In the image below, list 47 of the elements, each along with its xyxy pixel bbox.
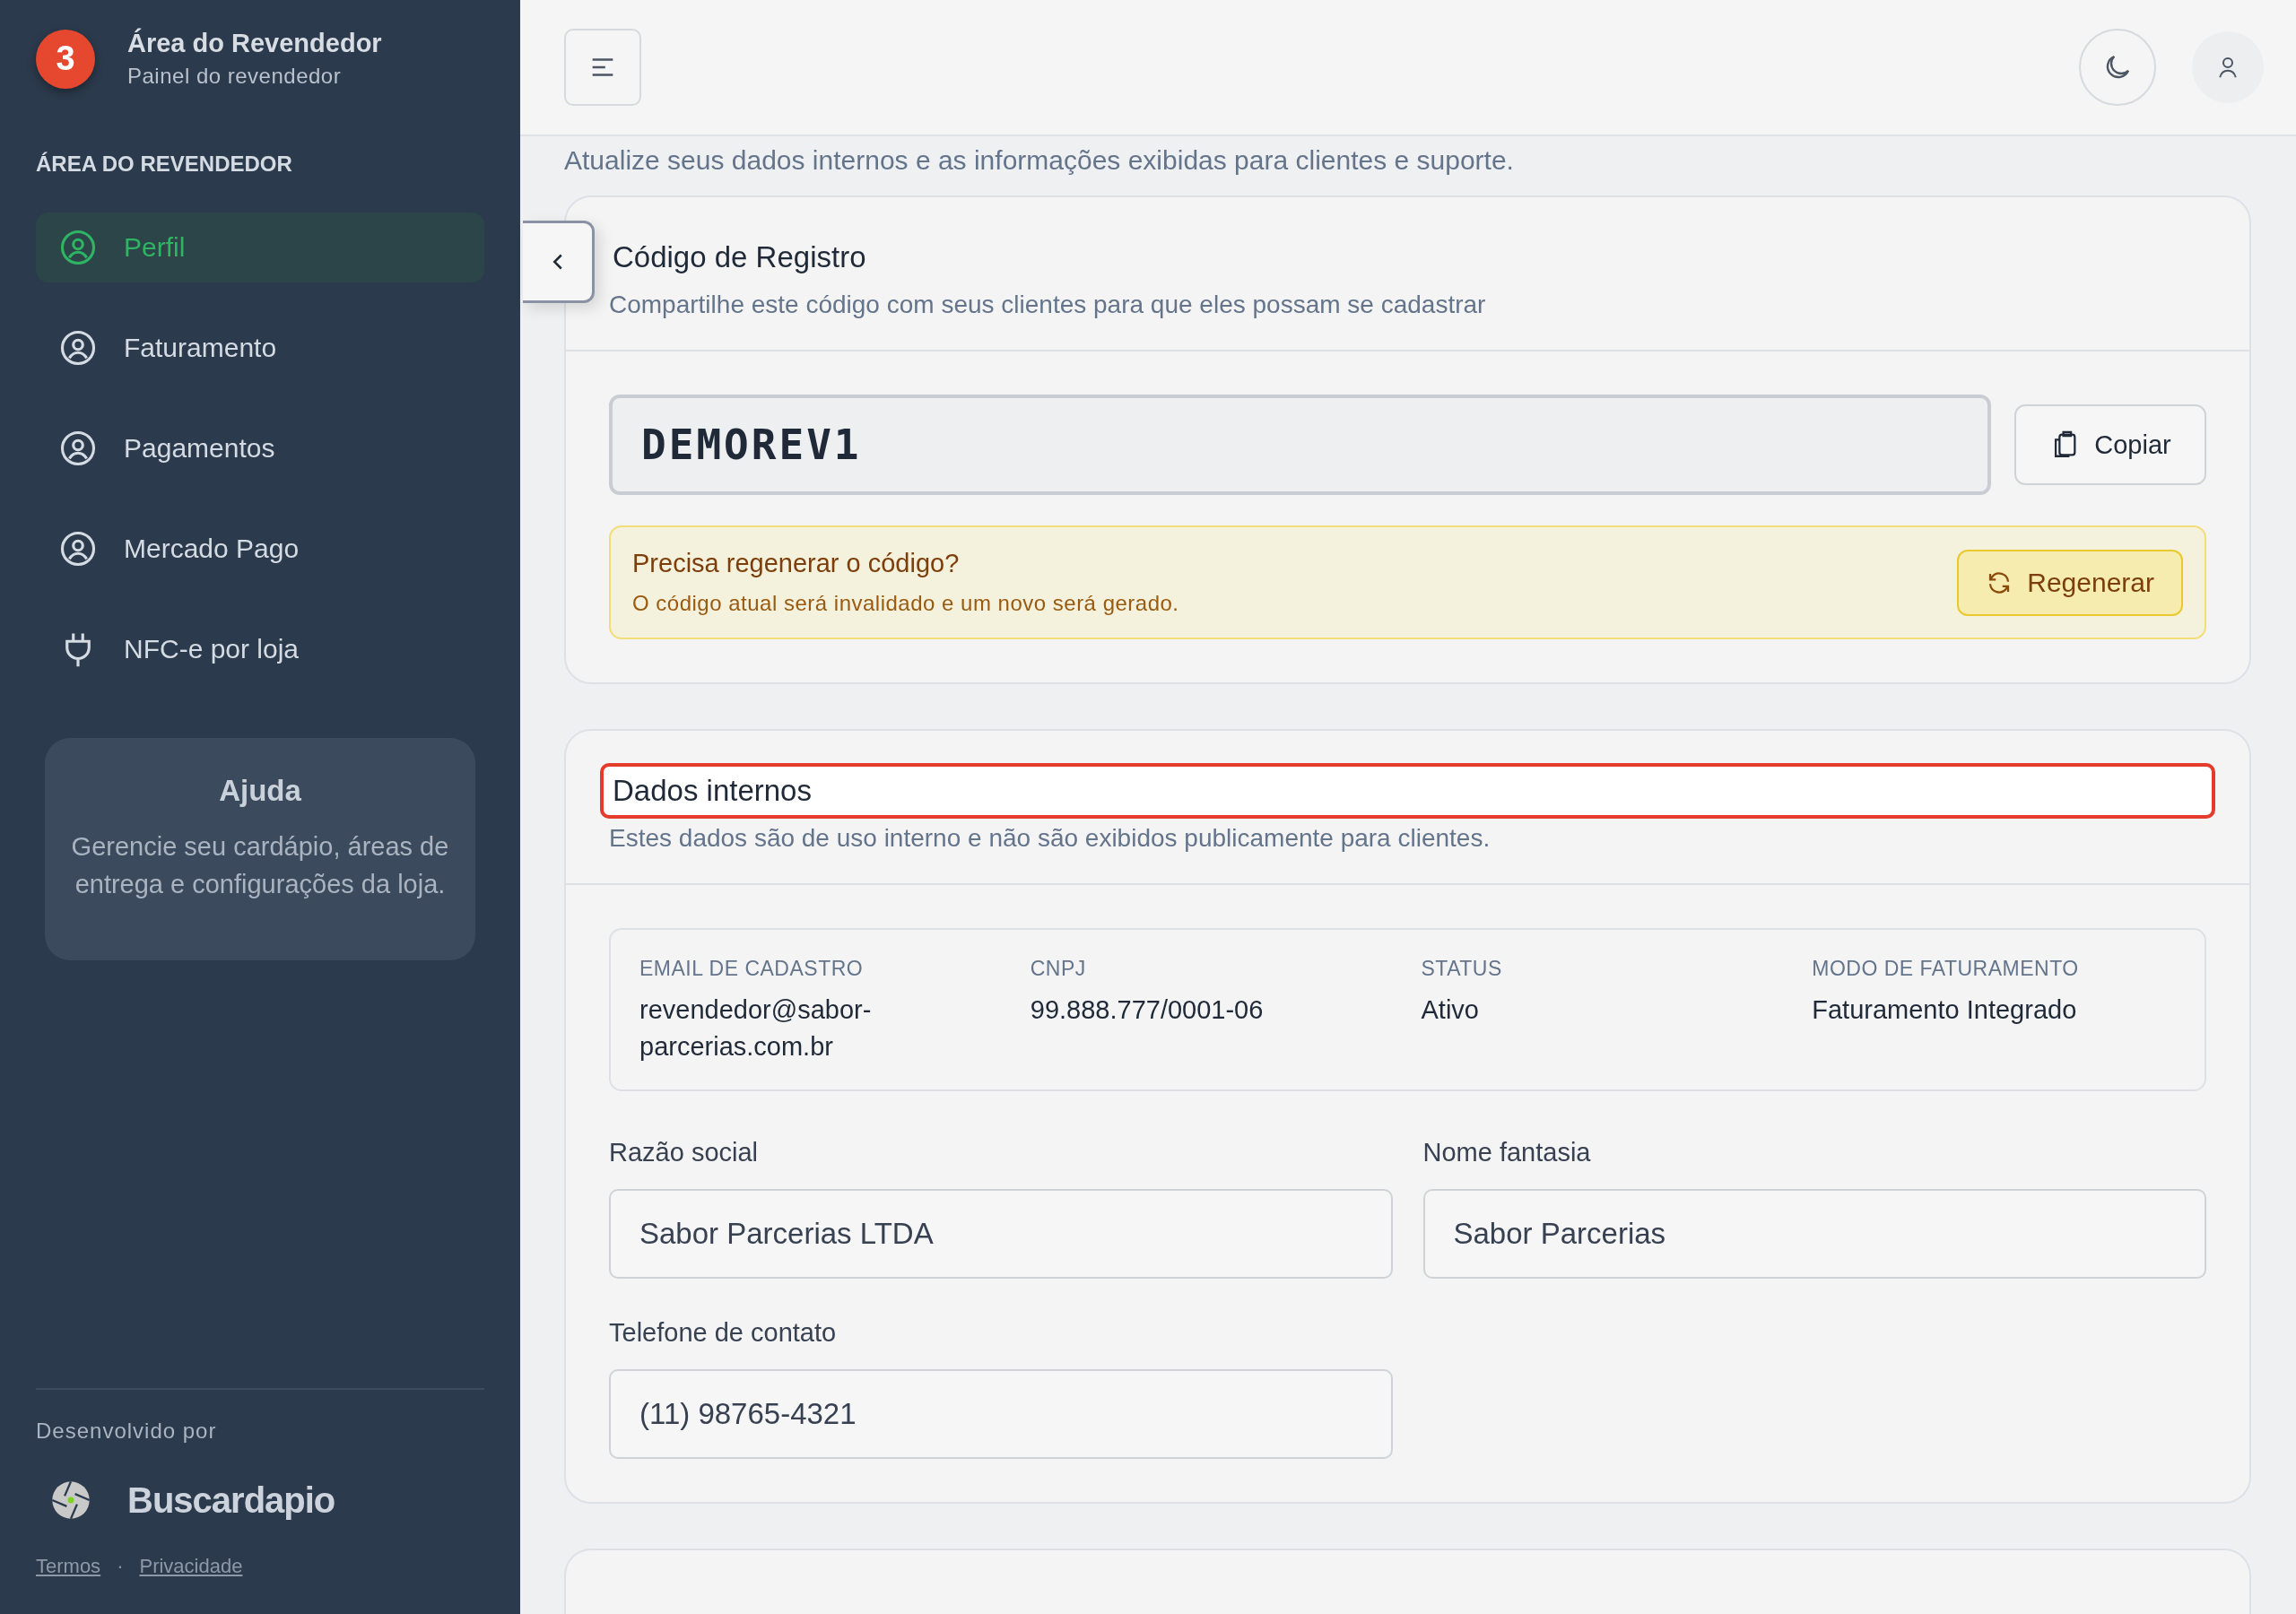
privacy-link[interactable]: Privacidade [139, 1555, 243, 1578]
brand-title: Área do Revendedor [127, 29, 382, 58]
field-label: Nome fantasia [1422, 1138, 1592, 1168]
user-circle-icon [59, 430, 97, 467]
notice-text: O código atual será invalidado e um novo será gerado. [632, 591, 1180, 616]
input-field[interactable]: (11) 98765-4321 [609, 1369, 1393, 1460]
registration-code-field[interactable]: DEMOREV1 [609, 395, 1991, 495]
sidebar-item[interactable]: Mercado Pago [36, 514, 484, 584]
user-circle-icon [59, 229, 97, 266]
collapse-button[interactable] [523, 221, 595, 303]
separator-dot: · [117, 1555, 124, 1578]
page-subtitle: Atualize seus dados internos e as informações exibidas para clientes e suporte. [564, 145, 1515, 176]
brand-subtitle: Painel do revendedor [127, 64, 343, 89]
notice-title: Precisa regenerar o código? [632, 549, 961, 578]
user-circle-icon [59, 530, 97, 568]
section-label: ÁREA DO REVENDEDOR [36, 152, 293, 177]
input-field[interactable]: Sabor Parcerias LTDA [609, 1189, 1393, 1280]
copy-button[interactable]: Copiar [2014, 404, 2206, 485]
card-subtitle: Compartilhe este código com seus clientes para que eles possam se cadastrar [609, 291, 1487, 319]
sidebar-item[interactable]: Perfil [36, 213, 484, 282]
credit-text: Desenvolvido por [36, 1419, 218, 1444]
sidebar-item[interactable]: Pagamentos [36, 413, 484, 483]
field-label: Razão social [609, 1138, 760, 1168]
info-value: Ativo [1421, 994, 1480, 1026]
sidebar-item[interactable]: Faturamento [36, 313, 484, 383]
info-value: revendedor@sabor-parcerias.com.br [639, 994, 873, 1063]
info-value: 99.888.777/0001-06 [1030, 994, 1265, 1026]
menu-button[interactable] [564, 29, 641, 106]
logo-text: Buscardapio [127, 1480, 335, 1521]
info-label: EMAIL DE CADASTRO [639, 957, 865, 981]
card-title: Código de Registro [612, 239, 867, 275]
info-label: STATUS [1421, 957, 1503, 981]
user-circle-icon [59, 329, 97, 367]
input-field[interactable]: Sabor Parcerias [1422, 1189, 2206, 1280]
card-title: Dados internos [600, 763, 2215, 819]
field-label: Telefone de contato [609, 1318, 838, 1349]
card-subtitle: Estes dados são de uso interno e não são exibidos publicamente para clientes. [609, 824, 1492, 853]
aperture-logo-icon [50, 1480, 91, 1521]
sidebar-item[interactable]: NFC-e por loja [36, 614, 484, 684]
help-title: Ajuda [218, 774, 302, 808]
info-label: MODO DE FATURAMENTO [1812, 957, 2080, 981]
help-text: Gerencie seu cardápio, áreas de entrega e configurações da loja. [70, 831, 450, 901]
info-value: Faturamento Integrado [1812, 994, 2078, 1026]
regenerate-button[interactable]: Regenerar [1957, 549, 2183, 616]
terms-link[interactable]: Termos [36, 1555, 101, 1578]
notification-badge: 3 [36, 29, 95, 89]
info-label: CNPJ [1030, 957, 1087, 981]
